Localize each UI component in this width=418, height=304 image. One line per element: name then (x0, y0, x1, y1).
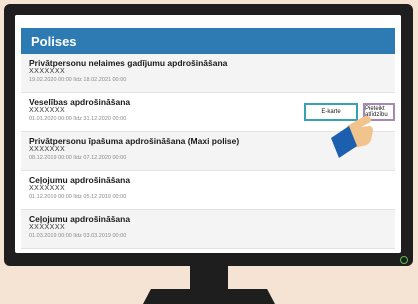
header: Polises (15, 15, 401, 54)
policy-dates: 08.12.2019 00:00 līdz 07.12.2020 00:00 (29, 155, 127, 161)
policy-title: Ceļojumu apdrošināšana (29, 175, 131, 185)
policy-id: XXXXXXX (29, 146, 66, 153)
monitor-stand-neck (190, 266, 228, 291)
page-title: Polises (31, 34, 77, 49)
policy-id: XXXXXXX (29, 107, 66, 114)
policy-dates: 01.01.2020 00:00 līdz 31.12.2020 00:00 (29, 116, 127, 122)
policy-id: XXXXXXX (29, 185, 66, 192)
policy-dates: 19.02.2020 00:00 līdz 18.02.2021 00:00 (29, 77, 127, 83)
policy-title: Veselības apdrošināšana (29, 97, 131, 107)
policy-row[interactable]: Privātpersonu nelaimes gadījumu apdrošin… (21, 54, 395, 93)
policy-dates: 01.03.2019 00:00 līdz 03.03.2019 00:00 (29, 233, 127, 239)
policy-title: Privātpersonu īpašuma apdrošināšana (Max… (29, 136, 240, 146)
monitor-stand-base (143, 289, 275, 304)
policy-row[interactable]: Ceļojumu apdrošināšana XXXXXXX 01.12.201… (21, 171, 395, 210)
power-icon (400, 256, 408, 264)
policy-title: Privātpersonu nelaimes gadījumu apdrošin… (29, 58, 228, 68)
policy-dates: 01.12.2019 00:00 līdz 05.12.2019 00:00 (29, 194, 127, 200)
policy-id: XXXXXXX (29, 224, 66, 231)
policy-id: XXXXXXX (29, 68, 66, 75)
pointing-hand-icon (331, 115, 373, 158)
header-bar: Polises (21, 28, 395, 54)
policy-title: Ceļojumu apdrošināšana (29, 214, 131, 224)
policy-row[interactable]: Ceļojumu apdrošināšana XXXXXXX 01.03.201… (21, 210, 395, 249)
